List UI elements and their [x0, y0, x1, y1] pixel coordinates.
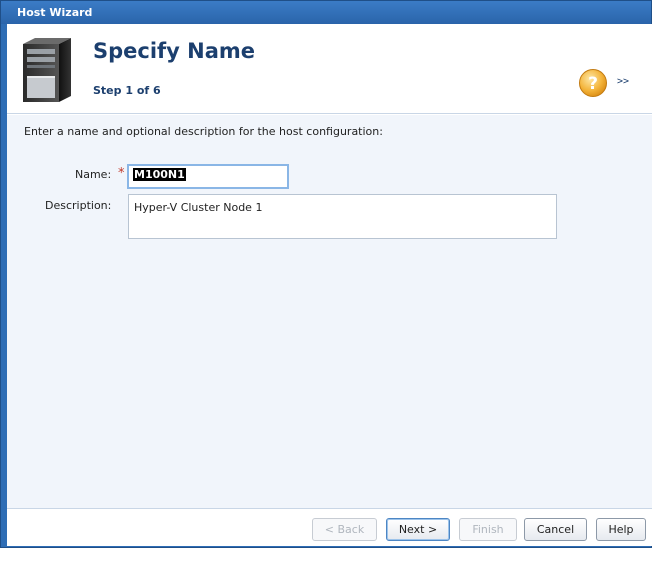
description-label: Description: — [45, 199, 112, 212]
more-link[interactable]: >> — [617, 76, 629, 87]
next-button[interactable]: Next > — [386, 518, 450, 541]
required-indicator: * — [118, 166, 125, 181]
window-titlebar[interactable]: Host Wizard — [1, 1, 651, 24]
finish-button[interactable]: Finish — [459, 518, 517, 541]
wizard-footer: < Back Next > Finish Cancel Help — [7, 508, 652, 546]
step-indicator: Step 1 of 6 — [93, 84, 161, 97]
description-input[interactable]: Hyper-V Cluster Node 1 — [128, 194, 557, 239]
name-label: Name: — [75, 168, 112, 181]
help-icon[interactable]: ? — [578, 68, 608, 98]
description-input-value: Hyper-V Cluster Node 1 — [134, 201, 263, 214]
wizard-header: Specify Name Step 1 of 6 ? >> — [7, 24, 652, 114]
window-title: Host Wizard — [17, 6, 93, 19]
help-button[interactable]: Help — [596, 518, 646, 541]
name-input[interactable]: M100N1 — [127, 164, 289, 189]
instructions-text: Enter a name and optional description fo… — [24, 125, 383, 138]
wizard-content: Enter a name and optional description fo… — [7, 115, 652, 508]
svg-text:?: ? — [588, 74, 598, 94]
back-button[interactable]: < Back — [312, 518, 377, 541]
page-title: Specify Name — [93, 39, 256, 63]
server-tower-icon — [23, 38, 71, 102]
host-wizard-window: Host Wizard Specify Name Step 1 of 6 ? >… — [0, 0, 652, 548]
wizard-frame: Specify Name Step 1 of 6 ? >> Enter a na… — [7, 24, 652, 546]
cancel-button[interactable]: Cancel — [524, 518, 587, 541]
name-input-value: M100N1 — [133, 168, 186, 181]
